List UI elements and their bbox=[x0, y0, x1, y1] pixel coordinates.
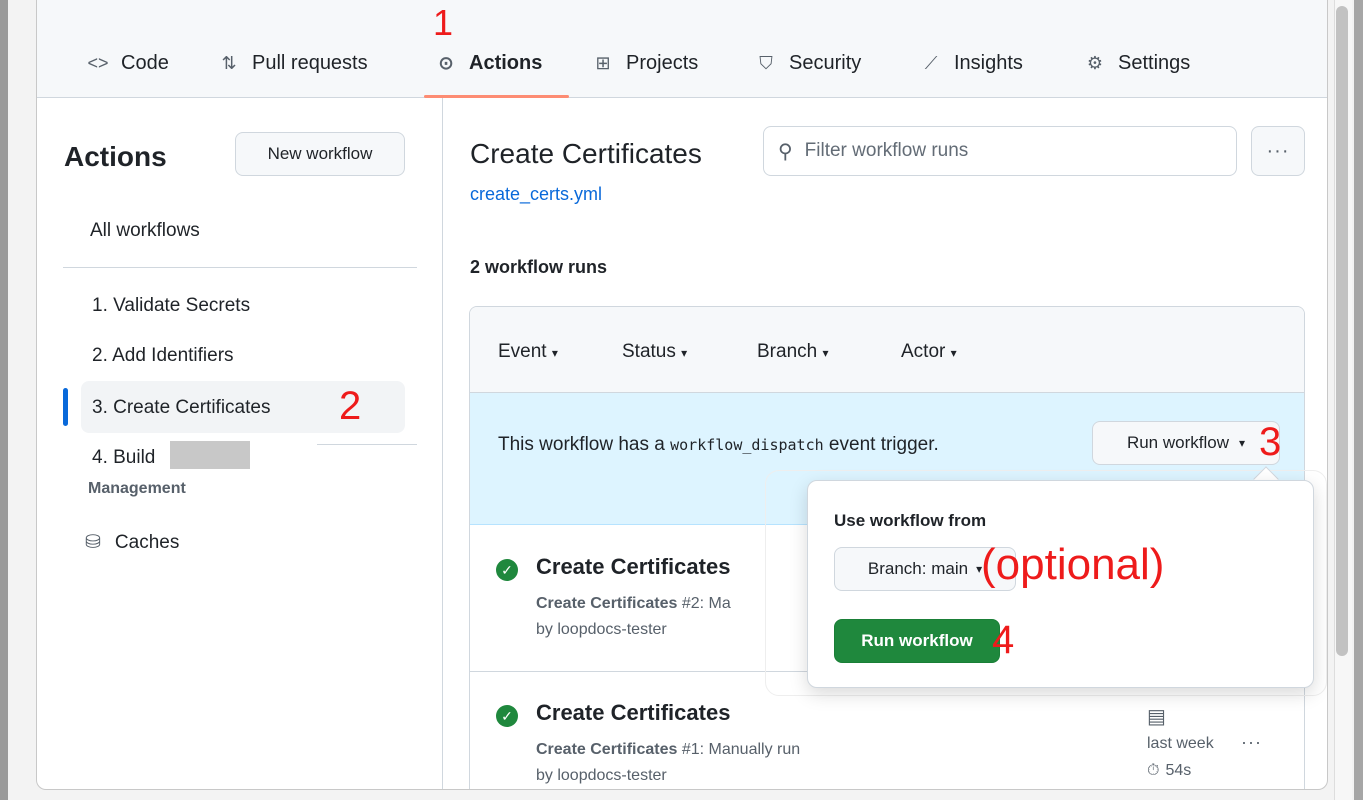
tab-security[interactable]: ⛉ Security bbox=[755, 49, 861, 77]
all-workflows-link[interactable]: All workflows bbox=[90, 220, 200, 242]
pull-request-icon: ⇅ bbox=[221, 52, 237, 73]
run-description: Create Certificates #2: Ma bbox=[536, 595, 731, 612]
tab-settings[interactable]: ⚙ Settings bbox=[1084, 49, 1190, 77]
sidebar-item-add-identifiers[interactable]: 2. Add Identifiers bbox=[92, 345, 234, 367]
banner-text: This workflow has a workflow_dispatch ev… bbox=[498, 434, 939, 455]
database-icon: ⛁ bbox=[85, 532, 101, 553]
selected-item-indicator bbox=[63, 388, 68, 426]
redacted-text bbox=[170, 441, 250, 469]
event-filter-dropdown[interactable]: Event ▾ bbox=[498, 341, 558, 363]
annotation-step-2: 2 bbox=[339, 384, 362, 428]
filter-workflow-runs-input[interactable]: ⚲ Filter workflow runs bbox=[763, 126, 1237, 176]
play-icon: ⊙ bbox=[438, 52, 454, 73]
sidebar-divider bbox=[317, 444, 417, 445]
tab-actions[interactable]: ⊙ Actions bbox=[435, 49, 542, 77]
run-menu-button[interactable]: ··· bbox=[1241, 732, 1262, 753]
search-icon: ⚲ bbox=[778, 140, 793, 163]
more-options-button[interactable]: ··· bbox=[1251, 126, 1305, 176]
management-heading: Management bbox=[88, 480, 186, 497]
annotation-step-3: 3 bbox=[1259, 420, 1282, 464]
run-workflow-submit-button[interactable]: Run workflow bbox=[834, 619, 1000, 663]
vertical-scrollbar-thumb[interactable] bbox=[1336, 6, 1348, 656]
gear-icon: ⚙ bbox=[1086, 52, 1104, 73]
tab-code[interactable]: <> Code bbox=[87, 49, 168, 77]
sidebar-divider bbox=[63, 267, 417, 268]
sidebar-item-create-certificates[interactable]: 3. Create Certificates bbox=[92, 397, 270, 419]
annotation-step-1: 1 bbox=[433, 2, 454, 43]
code-icon: <> bbox=[87, 52, 109, 73]
tab-pull-requests[interactable]: ⇅ Pull requests bbox=[218, 49, 367, 77]
shield-icon: ⛉ bbox=[759, 52, 773, 73]
run-date: last week bbox=[1147, 735, 1214, 752]
tab-insights[interactable]: ⟋ Insights bbox=[920, 49, 1023, 77]
annotation-step-4: 4 bbox=[992, 618, 1015, 662]
workflow-file-link[interactable]: create_certs.yml bbox=[470, 184, 602, 205]
run-workflow-dropdown-button[interactable]: Run workflow ▾ bbox=[1092, 421, 1280, 465]
workflow-runs-count: 2 workflow runs bbox=[470, 257, 608, 277]
repo-tab-bar: <> Code ⇅ Pull requests ⊙ Actions ⊞ Projects… bbox=[37, 0, 1327, 98]
sidebar-item-build[interactable]: 4. Build bbox=[92, 447, 155, 469]
success-check-icon: ✓ bbox=[496, 705, 518, 727]
stopwatch-icon: ⏱ bbox=[1147, 762, 1160, 779]
window-left-edge bbox=[0, 0, 8, 800]
table-icon: ⊞ bbox=[595, 52, 611, 73]
run-title[interactable]: Create Certificates bbox=[536, 554, 730, 580]
active-tab-underline bbox=[424, 95, 569, 98]
caret-down-icon: ▾ bbox=[1239, 436, 1246, 450]
graph-icon: ⟋ bbox=[924, 52, 938, 73]
tab-projects[interactable]: ⊞ Projects bbox=[592, 49, 698, 77]
run-duration: ⏱ 54s bbox=[1147, 762, 1192, 779]
annotation-optional: (optional) bbox=[981, 540, 1165, 589]
caret-down-icon: ▾ bbox=[551, 346, 558, 360]
use-workflow-from-label: Use workflow from bbox=[834, 511, 987, 530]
runs-filter-bar: Event ▾ Status ▾ Branch ▾ Actor ▾ bbox=[470, 307, 1304, 393]
sidebar-item-caches[interactable]: ⛁ Caches bbox=[85, 531, 179, 554]
workflow-title: Create Certificates bbox=[470, 138, 702, 169]
success-check-icon: ✓ bbox=[496, 559, 518, 581]
calendar-icon: ▤ bbox=[1147, 706, 1166, 728]
caret-down-icon: ▾ bbox=[822, 346, 829, 360]
caret-down-icon: ▾ bbox=[950, 346, 957, 360]
run-author: by loopdocs-tester bbox=[536, 767, 667, 784]
window-right-edge bbox=[1354, 0, 1363, 800]
workflow-sidebar: Actions New workflow All workflows 1. Va… bbox=[37, 98, 443, 789]
run-description: Create Certificates #1: Manually run bbox=[536, 741, 801, 758]
sidebar-item-validate-secrets[interactable]: 1. Validate Secrets bbox=[92, 295, 250, 317]
actor-filter-dropdown[interactable]: Actor ▾ bbox=[901, 341, 957, 363]
new-workflow-button[interactable]: New workflow bbox=[235, 132, 405, 176]
branch-filter-dropdown[interactable]: Branch ▾ bbox=[757, 341, 829, 363]
github-actions-page: <> Code ⇅ Pull requests ⊙ Actions ⊞ Projects… bbox=[36, 0, 1328, 790]
caret-down-icon: ▾ bbox=[681, 346, 688, 360]
sidebar-title: Actions bbox=[64, 141, 167, 172]
status-filter-dropdown[interactable]: Status ▾ bbox=[622, 341, 687, 363]
run-author: by loopdocs-tester bbox=[536, 621, 667, 638]
run-title[interactable]: Create Certificates bbox=[536, 700, 730, 726]
